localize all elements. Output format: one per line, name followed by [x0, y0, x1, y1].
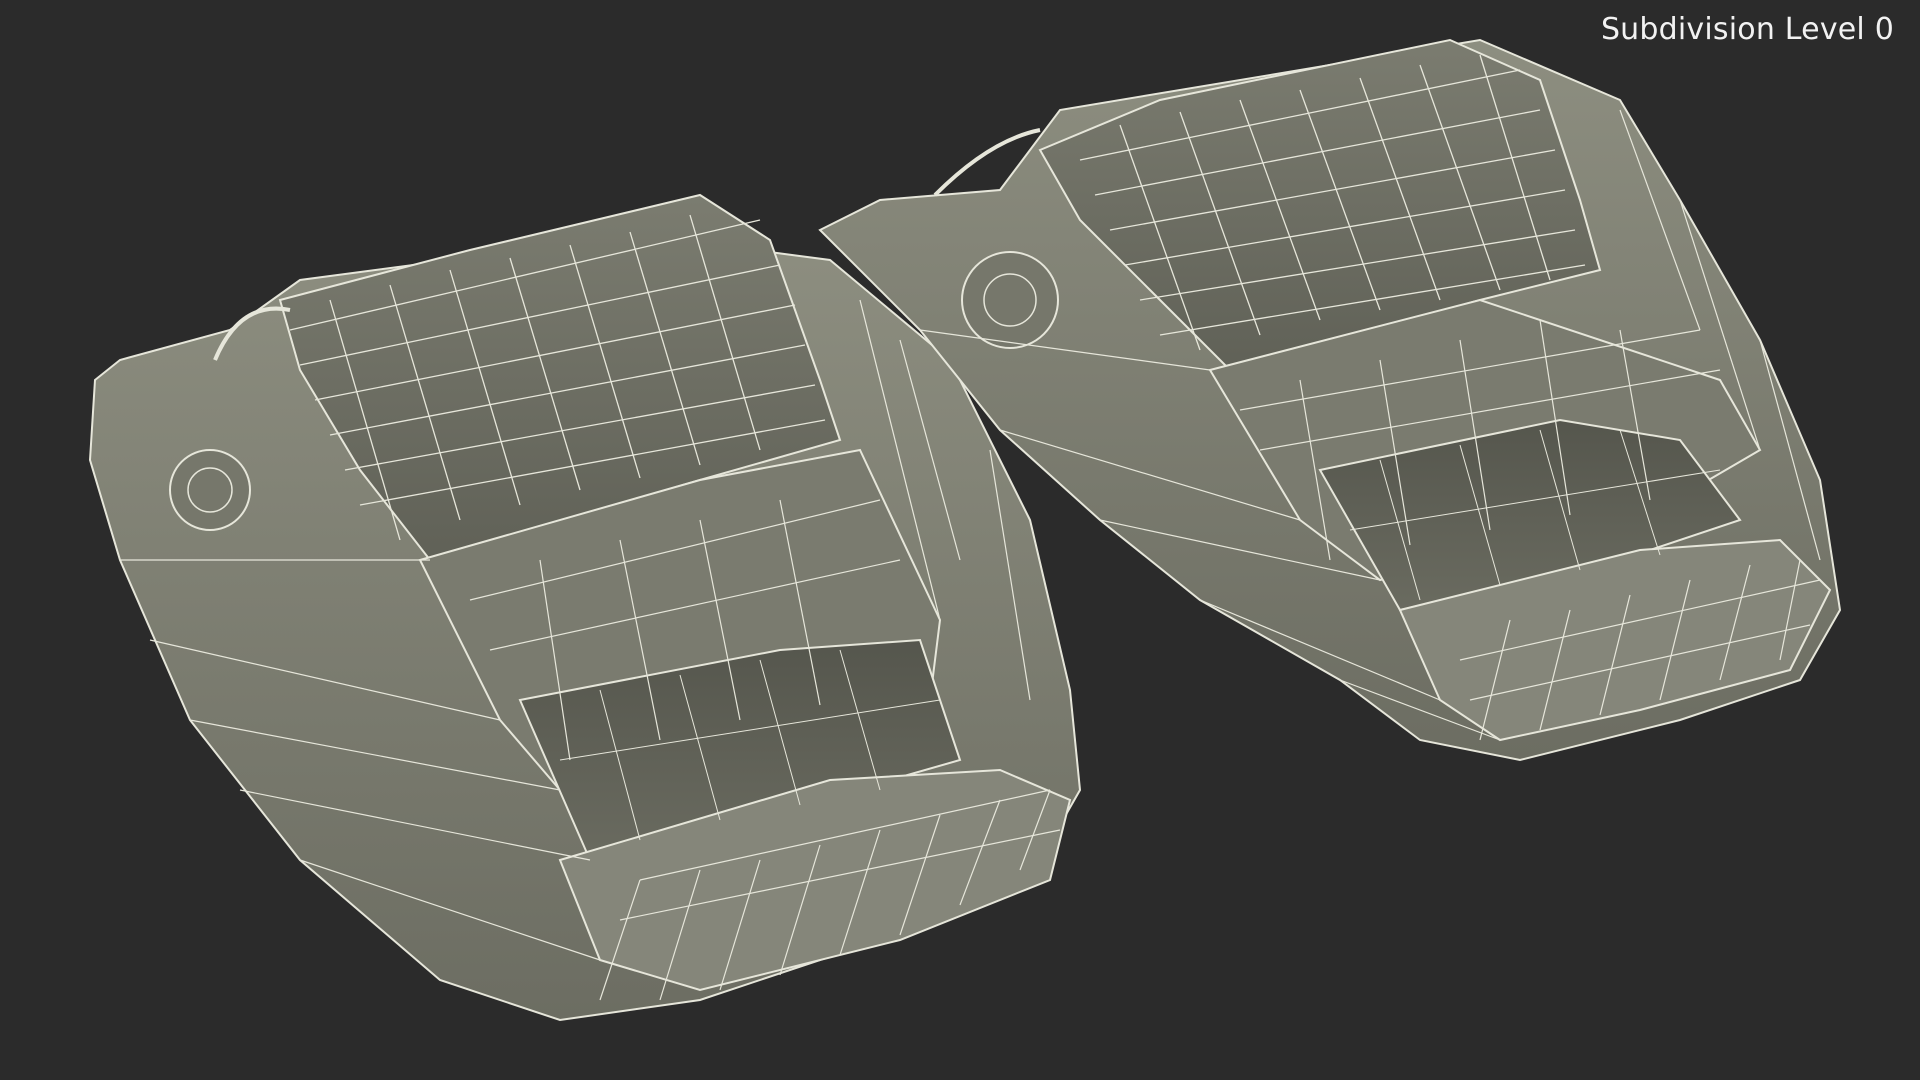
3d-viewport: Subdivision Level 0: [0, 0, 1920, 1080]
printer-left-dial: [169, 449, 251, 531]
subdivision-level-label: Subdivision Level 0: [1600, 12, 1894, 47]
wireframe-render: [88, 38, 1842, 1022]
printer-right-dial: [961, 251, 1059, 349]
